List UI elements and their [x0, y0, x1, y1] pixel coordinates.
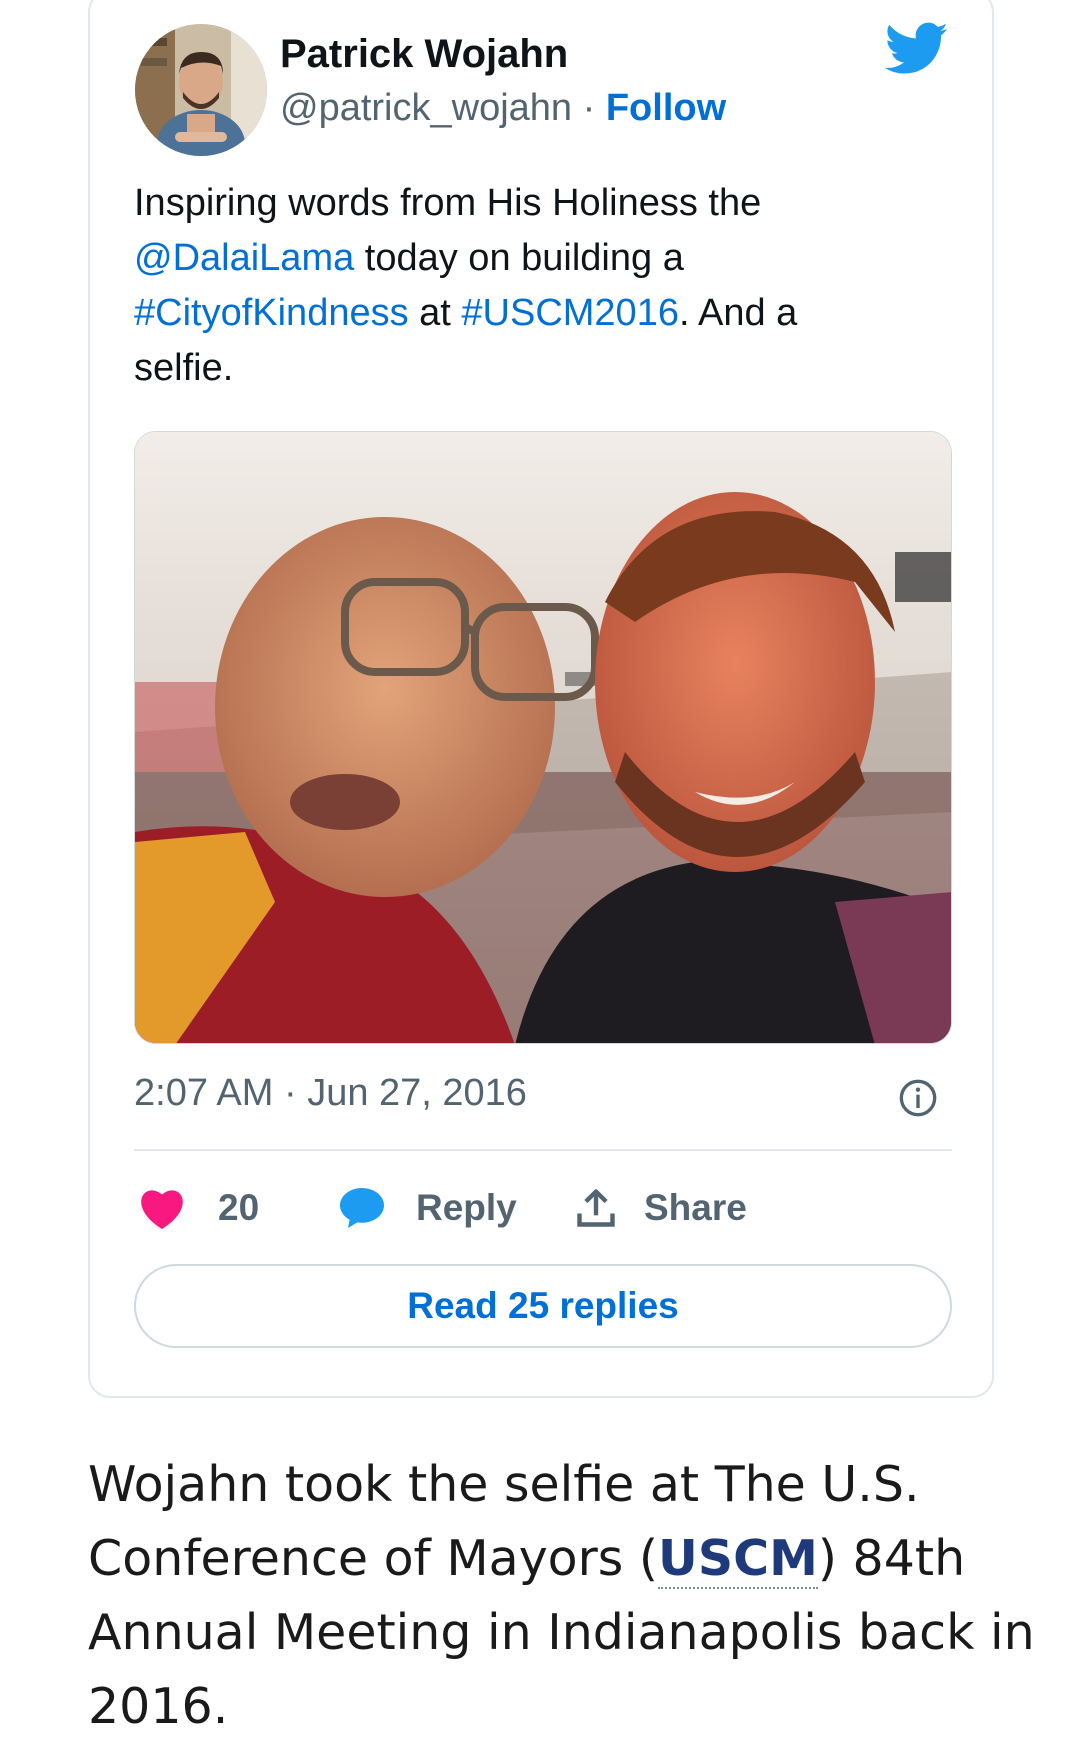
caption-paren-close: ) — [817, 1530, 837, 1587]
article-caption: Wojahn took the selfie at The U.S. Confe… — [88, 1448, 1038, 1744]
info-icon[interactable] — [898, 1078, 938, 1118]
read-replies-button[interactable]: Read 25 replies — [134, 1264, 952, 1348]
tweet-text: Inspiring words from His Holiness the @D… — [134, 176, 894, 396]
share-upload-icon — [577, 1189, 615, 1227]
author-avatar[interactable] — [135, 24, 267, 156]
tweet-text-part: Inspiring words from His Holiness the — [134, 182, 762, 224]
reply-label: Reply — [416, 1187, 517, 1228]
separator-dot: · — [572, 87, 606, 129]
mention-link[interactable]: @DalaiLama — [134, 237, 354, 279]
hashtag-link-uscm2016[interactable]: #USCM2016 — [461, 292, 679, 334]
tweet-text-part: today on building a — [354, 237, 684, 279]
hashtag-link-cityofkindness[interactable]: #CityofKindness — [134, 292, 409, 334]
like-button[interactable]: 20 — [138, 1180, 259, 1236]
avatar-photo — [135, 24, 267, 156]
selfie-photo — [135, 432, 951, 1043]
read-replies-label: Read 25 replies — [407, 1285, 679, 1326]
author-handle[interactable]: @patrick_wojahn — [280, 87, 572, 129]
twitter-bird-icon[interactable] — [885, 22, 949, 76]
share-button[interactable]: Share — [574, 1180, 747, 1236]
heart-icon — [141, 1190, 183, 1229]
follow-link[interactable]: Follow — [606, 87, 726, 129]
caption-paren-open: ( — [638, 1530, 659, 1587]
tweet-photo[interactable] — [134, 431, 952, 1044]
divider — [134, 1149, 952, 1151]
author-handle-line: @patrick_wojahn · Follow — [280, 87, 726, 130]
embedded-tweet-card: Patrick Wojahn @patrick_wojahn · Follow … — [88, 0, 994, 1398]
like-count: 20 — [218, 1187, 260, 1228]
author-name[interactable]: Patrick Wojahn — [280, 32, 568, 77]
speech-bubble-icon — [340, 1188, 384, 1228]
tweet-timestamp[interactable]: 2:07 AM · Jun 27, 2016 — [134, 1072, 527, 1115]
reply-button[interactable]: Reply — [338, 1180, 517, 1236]
share-label: Share — [644, 1187, 747, 1228]
uscm-abbreviation-link[interactable]: USCM — [658, 1530, 818, 1589]
tweet-text-part: at — [408, 292, 462, 334]
